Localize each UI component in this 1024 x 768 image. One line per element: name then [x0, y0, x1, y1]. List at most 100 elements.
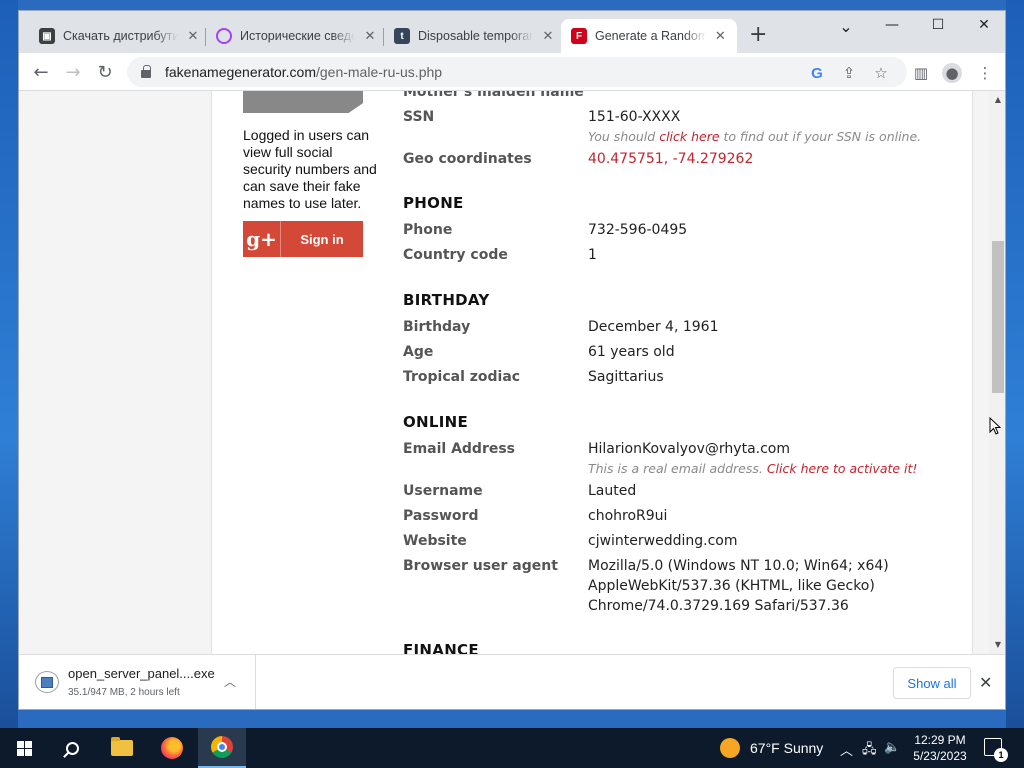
page-viewport: Logged in users can view full social sec…	[19, 91, 1005, 654]
download-progress-text: 35.1/947 MB, 2 hours left	[68, 687, 180, 698]
windows-logo-icon	[16, 740, 32, 756]
volume-muted-icon[interactable]: 🔈	[884, 740, 900, 755]
signin-label: Sign in	[300, 231, 344, 247]
bookmark-star-icon[interactable]: ☆	[871, 63, 891, 83]
user-agent-label: Browser user agent	[403, 558, 558, 574]
country-code-label: Country code	[403, 247, 508, 263]
taskbar-search-button[interactable]	[48, 728, 96, 768]
tab-close-icon[interactable]: ✕	[363, 28, 377, 44]
tab-title: Disposable temporary	[418, 29, 533, 43]
network-icon[interactable]: 🖧	[862, 740, 877, 762]
activate-email-link[interactable]: Click here to activate it!	[767, 461, 918, 476]
email-note: This is a real email address. Click here…	[588, 461, 917, 476]
browser-window: ▣ Скачать дистрибутив ✕ Исторические све…	[18, 10, 1006, 710]
country-code-value: 1	[588, 247, 597, 263]
terminal-icon: ▣	[39, 28, 55, 44]
search-icon	[65, 741, 79, 755]
close-window-button[interactable]: ✕	[961, 17, 1005, 33]
tab-disposable-temporary[interactable]: t Disposable temporary ✕	[384, 19, 565, 53]
avatar-image	[243, 91, 363, 113]
google-plus-icon: g+	[243, 221, 281, 257]
new-tab-button[interactable]: +	[749, 24, 767, 46]
mouse-cursor-icon	[989, 417, 1001, 435]
birthday-heading: BIRTHDAY	[403, 291, 490, 309]
weather-text[interactable]: 67°F Sunny	[750, 740, 823, 756]
maximize-button[interactable]: ☐	[915, 17, 961, 33]
tab-close-icon[interactable]: ✕	[714, 28, 727, 44]
tab-download-distribution[interactable]: ▣ Скачать дистрибутив ✕	[29, 19, 210, 53]
side-panel-icon[interactable]: ▥	[911, 63, 931, 83]
zodiac-value: Sagittarius	[588, 369, 664, 385]
browser-toolbar: ← → ↻ fakenamegenerator.com/gen-male-ru-…	[19, 53, 1005, 91]
email-value: HilarionKovalyov@rhyta.com	[588, 441, 790, 457]
ssn-click-here-link[interactable]: click here	[659, 129, 719, 144]
zodiac-label: Tropical zodiac	[403, 369, 521, 385]
email-label: Email Address	[403, 441, 516, 457]
tab-search-dropdown-icon[interactable]: ⌄	[823, 17, 869, 36]
age-value: 61 years old	[588, 344, 675, 360]
back-icon[interactable]: ←	[30, 61, 52, 83]
file-explorer-button[interactable]	[98, 728, 146, 768]
start-button[interactable]	[0, 728, 48, 768]
scroll-up-arrow-icon[interactable]: ▲	[989, 93, 1005, 107]
desktop-background-left	[0, 0, 18, 728]
username-value: Lauted	[588, 483, 637, 499]
minimize-button[interactable]: —	[869, 17, 915, 33]
notification-count-badge: 1	[994, 748, 1008, 762]
clock-date: 5/23/2023	[913, 749, 967, 763]
finance-heading: FINANCE	[403, 641, 479, 654]
windows-taskbar: 67°F Sunny ︿ 🖧 🔈 12:29 PM 5/23/2023 1	[0, 728, 1024, 768]
tab-strip: ▣ Скачать дистрибутив ✕ Исторические све…	[19, 11, 1005, 53]
age-label: Age	[403, 344, 434, 360]
podcast-icon	[216, 28, 232, 44]
profile-avatar-icon[interactable]: ●	[942, 63, 962, 83]
scroll-thumb[interactable]	[992, 241, 1004, 393]
scroll-down-arrow-icon[interactable]: ▼	[989, 638, 1005, 652]
downloads-bar: open_server_panel....exe 35.1/947 MB, 2 …	[19, 654, 1005, 709]
clock[interactable]: 12:29 PM 5/23/2023	[906, 732, 974, 764]
installer-file-icon	[35, 671, 59, 693]
chrome-button[interactable]	[198, 728, 246, 768]
close-downloads-icon[interactable]: ✕	[979, 673, 992, 692]
tab-generate-random-name[interactable]: F Generate a Random Name ✕	[561, 19, 737, 53]
reload-icon[interactable]: ↻	[94, 61, 116, 83]
share-icon[interactable]: ⇪	[839, 63, 859, 83]
google-lens-icon[interactable]: G	[807, 63, 827, 83]
user-agent-line: Mozilla/5.0 (Windows NT 10.0; Win64; x64…	[588, 558, 889, 574]
tab-title: Скачать дистрибутив	[63, 29, 178, 43]
clock-time: 12:29 PM	[914, 733, 966, 747]
page-scrollbar[interactable]: ▲ ▼	[989, 91, 1005, 654]
url-domain: fakenamegenerator.com	[165, 64, 316, 80]
url-path: /gen-male-ru-us.php	[315, 64, 443, 80]
phone-heading: PHONE	[403, 194, 464, 212]
address-bar[interactable]: fakenamegenerator.com/gen-male-ru-us.php	[127, 57, 907, 87]
tab-historical-info[interactable]: Исторические сведения ✕	[206, 19, 387, 53]
geo-value-link[interactable]: 40.475751, -74.279262	[588, 151, 753, 167]
fakename-f-icon: F	[571, 28, 587, 44]
firefox-button[interactable]	[148, 728, 196, 768]
email-note-text: This is a real email address.	[588, 461, 767, 476]
tumblr-t-icon: t	[394, 28, 410, 44]
chrome-icon	[211, 736, 233, 758]
show-all-button[interactable]: Show all	[893, 667, 971, 699]
menu-kebab-icon[interactable]: ⋮	[975, 63, 995, 83]
tab-close-icon[interactable]: ✕	[541, 28, 555, 44]
download-item[interactable]: open_server_panel....exe 35.1/947 MB, 2 …	[19, 655, 256, 709]
weather-sun-icon[interactable]	[720, 738, 740, 758]
website-label: Website	[403, 533, 467, 549]
login-note: Logged in users can view full social sec…	[243, 127, 377, 211]
ssn-note-text-end: to find out if your SSN is online.	[719, 129, 922, 144]
birthday-value: December 4, 1961	[588, 319, 719, 335]
ssn-note-text: You should	[588, 129, 660, 144]
forward-icon[interactable]: →	[62, 61, 84, 83]
user-agent-line: Chrome/74.0.3729.169 Safari/537.36	[588, 598, 849, 614]
tab-close-icon[interactable]: ✕	[186, 28, 200, 44]
desktop-background-right	[1006, 0, 1024, 728]
download-filename: open_server_panel....exe	[68, 666, 215, 681]
google-plus-signin-button[interactable]: g+ Sign in	[243, 221, 363, 257]
online-heading: ONLINE	[403, 413, 469, 431]
chevron-up-icon[interactable]: ︿	[224, 673, 236, 690]
tray-chevron-up-icon[interactable]: ︿	[840, 740, 853, 759]
tab-title: Generate a Random Name	[595, 29, 706, 43]
birthday-label: Birthday	[403, 319, 471, 335]
